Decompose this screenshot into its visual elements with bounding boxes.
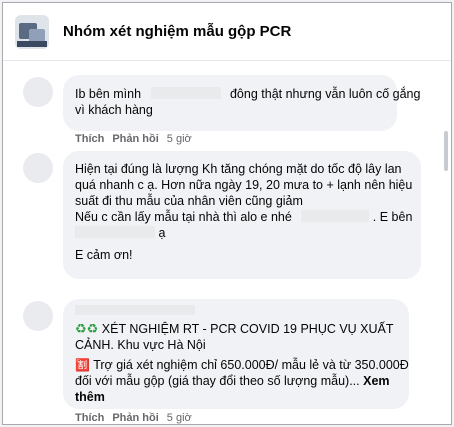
comment-text: Nếu c cần lấy mẫu tại nhà thì alo e nhé [75, 210, 292, 224]
like-link[interactable]: Thích [75, 412, 104, 424]
recycle-icon: ♻♻ [75, 321, 99, 336]
comments-list[interactable]: Ib bên mình đông thật nhưng vẫn luôn cố … [3, 61, 451, 424]
comment-text: E cảm ơn! [75, 248, 133, 262]
avatar[interactable] [23, 301, 53, 331]
comment-text: vì khách hàng [75, 103, 153, 117]
comment-text: XÉT NGHIỆM RT - PCR COVID 19 PHỤC VỤ XUẤ… [101, 322, 394, 336]
redacted-name [150, 87, 221, 99]
comment-text: . E bên [372, 210, 413, 224]
scrollbar[interactable] [444, 131, 448, 171]
avatar[interactable] [23, 153, 53, 183]
comment-bubble: Ib bên mình đông thật nhưng vẫn luôn cố … [63, 75, 420, 131]
reply-link[interactable]: Phản hồi [112, 412, 158, 424]
comment-thread-panel: Nhóm xét nghiệm mẫu gộp PCR Ib bên mình … [2, 2, 452, 425]
comment-text: quá nhanh c ạ. Hơn nữa ngày 19, 20 mưa t… [75, 178, 413, 192]
comment-text: Ib bên mình [75, 87, 142, 101]
group-header[interactable]: Nhóm xét nghiệm mẫu gộp PCR [3, 3, 451, 61]
comment-bubble: ♻♻ XÉT NGHIỆM RT - PCR COVID 19 PHỤC VỤ … [63, 299, 409, 409]
comment-actions: Thích Phản hồi 5 giờ [75, 133, 192, 145]
comment-actions: Thích Phản hồi 5 giờ [75, 412, 192, 424]
see-more-link[interactable]: Xem [363, 374, 389, 388]
comment-text: Hiện tại đúng là lượng Kh tăng chóng mặt… [75, 162, 402, 176]
see-more-link[interactable]: thêm [75, 389, 397, 405]
comment-bubble: Hiện tại đúng là lượng Kh tăng chóng mặt… [63, 151, 421, 279]
comment-text: đông thật nhưng vẫn luôn cố gắng [229, 87, 421, 101]
group-thumbnail[interactable] [15, 14, 49, 49]
redacted-name [75, 226, 155, 238]
reply-link[interactable]: Phản hồi [112, 133, 158, 145]
comment-text: ạ [158, 226, 166, 240]
redacted-phone [301, 210, 370, 222]
comment-timestamp[interactable]: 5 giờ [167, 133, 192, 145]
comment-timestamp[interactable]: 5 giờ [167, 412, 192, 424]
like-link[interactable]: Thích [75, 133, 104, 145]
discount-icon: 🈹 [75, 358, 90, 372]
redacted-name[interactable] [75, 305, 195, 315]
group-name[interactable]: Nhóm xét nghiệm mẫu gộp PCR [63, 23, 291, 40]
avatar[interactable] [23, 77, 53, 107]
comment-text: CẢNH. Khu vực Hà Nội [75, 338, 206, 352]
comment-text: đối với mẫu gộp (giá thay đổi theo số lư… [75, 374, 360, 388]
comment-text: suất đi thu mẫu của nhân viên cũng giảm [75, 194, 303, 208]
comment-text: Trợ giá xét nghiệm chỉ 650.000Đ/ mẫu lẻ … [93, 358, 409, 372]
